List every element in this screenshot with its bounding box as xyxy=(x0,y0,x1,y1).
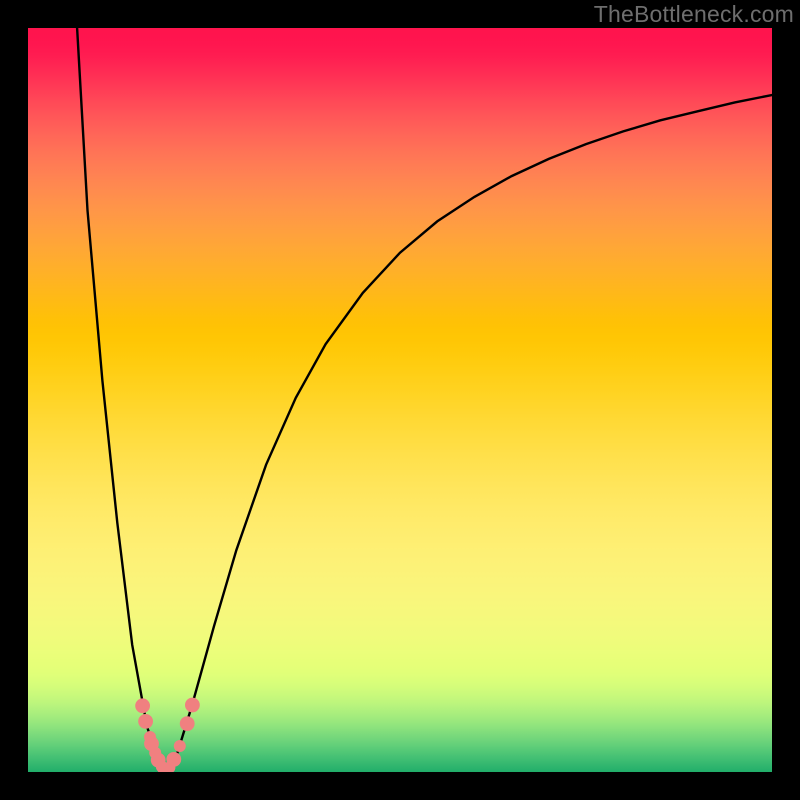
curve-markers xyxy=(28,28,772,772)
marker-dot xyxy=(166,752,181,767)
marker-dot xyxy=(185,698,200,713)
marker-dot xyxy=(138,714,153,729)
marker-dot xyxy=(180,716,195,731)
chart-frame: TheBottleneck.com xyxy=(0,0,800,800)
marker-dot xyxy=(135,698,150,713)
plot-area xyxy=(28,28,772,772)
marker-dot xyxy=(174,740,186,752)
watermark-text: TheBottleneck.com xyxy=(594,1,794,28)
